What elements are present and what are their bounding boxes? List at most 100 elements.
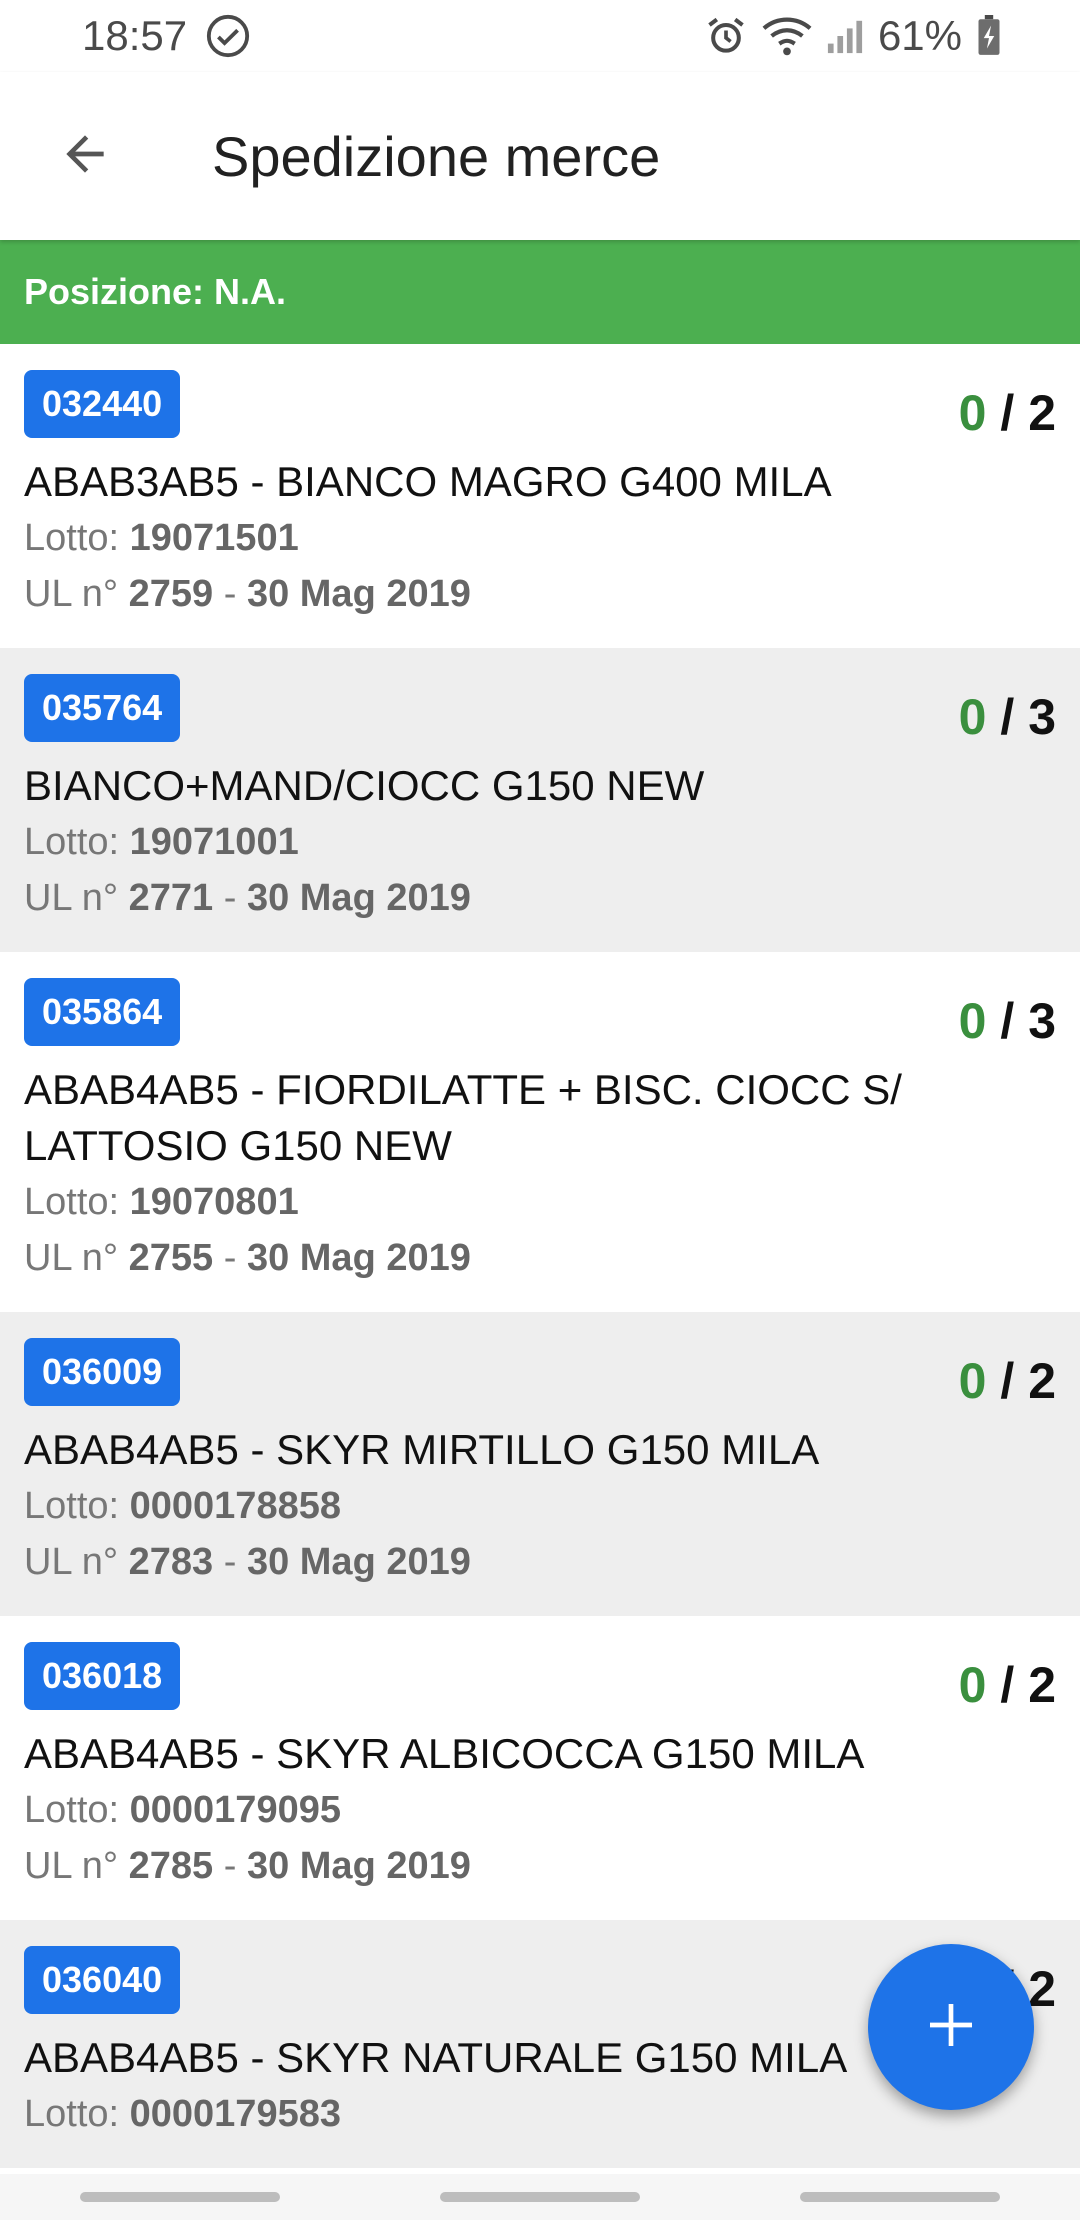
ul-label: UL n° xyxy=(24,877,119,919)
add-button[interactable] xyxy=(868,1944,1034,2110)
counter-separator: / xyxy=(1000,1353,1015,1409)
item-title: ABAB4AB5 - FIORDILATTE + BISC. CIOCC S/ … xyxy=(24,1066,902,1169)
item-counter: 0 / 2 xyxy=(959,1656,1056,1714)
shipment-list: 032440 0 / 2 ABAB3AB5 - BIANCO MAGRO G40… xyxy=(0,344,1080,2168)
item-lot: Lotto: 0000179583 xyxy=(24,2086,1056,2142)
item-code-badge: 036009 xyxy=(24,1338,181,1406)
ul-value: 2783 xyxy=(128,1541,214,1583)
ul-label: UL n° xyxy=(24,573,119,615)
position-label: Posizione: N.A. xyxy=(24,271,287,312)
total-count: 2 xyxy=(1028,385,1056,441)
list-item[interactable]: 036009 0 / 2 ABAB4AB5 - SKYR MIRTILLO G1… xyxy=(0,1312,1080,1616)
check-circle-icon xyxy=(205,13,251,59)
battery-percent: 61% xyxy=(877,12,962,59)
list-item[interactable]: 035864 0 / 3 ABAB4AB5 - FIORDILATTE + BI… xyxy=(0,952,1080,1312)
lot-value: 0000179095 xyxy=(129,1789,341,1831)
lot-label: Lotto: xyxy=(24,1181,120,1223)
item-title: BIANCO+MAND/CIOCC G150 NEW xyxy=(24,762,705,809)
total-count: 2 xyxy=(1028,1961,1056,2017)
signal-icon xyxy=(826,16,864,56)
lot-value: 0000179583 xyxy=(129,2093,341,2135)
done-count: 0 xyxy=(958,1657,987,1713)
item-ul: UL n° 2771 - 30 Mag 2019 xyxy=(24,870,1056,926)
item-lot: Lotto: 19070801 xyxy=(24,1174,1056,1230)
ul-separator: - xyxy=(223,573,237,615)
alarm-icon xyxy=(704,14,748,58)
battery-charging-icon xyxy=(976,15,1002,57)
back-button[interactable] xyxy=(40,111,130,201)
item-lot: Lotto: 19071001 xyxy=(24,814,1056,870)
total-count: 3 xyxy=(1028,993,1056,1049)
gesture-bar xyxy=(0,2174,1080,2220)
done-count: 0 xyxy=(958,1353,987,1409)
gesture-home[interactable] xyxy=(440,2192,640,2202)
ul-value: 2759 xyxy=(128,573,214,615)
lot-value: 19071001 xyxy=(129,821,299,863)
counter-separator: / xyxy=(1000,385,1015,441)
item-code-badge: 035864 xyxy=(24,978,181,1046)
lot-label: Lotto: xyxy=(24,1789,120,1831)
item-counter: 0 / 3 xyxy=(959,992,1056,1050)
item-lot: Lotto: 0000179095 xyxy=(24,1782,1056,1838)
item-code-badge: 036040 xyxy=(24,1946,181,2014)
total-count: 3 xyxy=(1028,689,1056,745)
done-count: 0 xyxy=(958,689,987,745)
page-title: Spedizione merce xyxy=(212,124,661,188)
done-count: 0 xyxy=(958,993,987,1049)
item-title: ABAB4AB5 - SKYR MIRTILLO G150 MILA xyxy=(24,1426,820,1473)
item-code-badge: 036018 xyxy=(24,1642,181,1710)
wifi-icon xyxy=(762,14,812,58)
lot-label: Lotto: xyxy=(24,2093,120,2135)
done-count: 0 xyxy=(958,385,987,441)
ul-separator: - xyxy=(223,1237,237,1279)
total-count: 2 xyxy=(1028,1657,1056,1713)
ul-separator: - xyxy=(223,877,237,919)
app-bar: Spedizione merce xyxy=(0,72,1080,240)
status-left: 18:57 xyxy=(82,12,251,60)
ul-value: 2771 xyxy=(128,877,214,919)
ul-date: 30 Mag 2019 xyxy=(246,573,471,615)
ul-separator: - xyxy=(223,1541,237,1583)
arrow-back-icon xyxy=(57,126,113,187)
item-code-badge: 035764 xyxy=(24,674,181,742)
item-ul: UL n° 2759 - 30 Mag 2019 xyxy=(24,566,1056,622)
status-right: 61% xyxy=(704,12,1002,60)
item-lot: Lotto: 0000178858 xyxy=(24,1478,1056,1534)
position-banner: Posizione: N.A. xyxy=(0,240,1080,344)
item-lot: Lotto: 19071501 xyxy=(24,510,1056,566)
ul-label: UL n° xyxy=(24,1541,119,1583)
status-bar: 18:57 61% xyxy=(0,0,1080,72)
gesture-back[interactable] xyxy=(800,2192,1000,2202)
status-time: 18:57 xyxy=(82,12,188,59)
lot-label: Lotto: xyxy=(24,821,120,863)
list-item[interactable]: 036018 0 / 2 ABAB4AB5 - SKYR ALBICOCCA G… xyxy=(0,1616,1080,1920)
lot-value: 19070801 xyxy=(129,1181,299,1223)
item-counter: 0 / 2 xyxy=(959,1352,1056,1410)
ul-date: 30 Mag 2019 xyxy=(246,1237,471,1279)
ul-separator: - xyxy=(223,1845,237,1887)
ul-label: UL n° xyxy=(24,1845,119,1887)
item-ul: UL n° 2785 - 30 Mag 2019 xyxy=(24,1838,1056,1894)
ul-value: 2785 xyxy=(128,1845,214,1887)
counter-separator: / xyxy=(1000,1657,1015,1713)
ul-label: UL n° xyxy=(24,1237,119,1279)
item-code-badge: 032440 xyxy=(24,370,181,438)
counter-separator: / xyxy=(1000,689,1015,745)
lot-value: 19071501 xyxy=(129,517,299,559)
plus-icon xyxy=(923,1997,979,2058)
gesture-recent[interactable] xyxy=(80,2192,280,2202)
item-title: ABAB3AB5 - BIANCO MAGRO G400 MILA xyxy=(24,458,832,505)
item-title: ABAB4AB5 - SKYR ALBICOCCA G150 MILA xyxy=(24,1730,865,1777)
ul-date: 30 Mag 2019 xyxy=(246,1541,471,1583)
list-item[interactable]: 035764 0 / 3 BIANCO+MAND/CIOCC G150 NEW … xyxy=(0,648,1080,952)
list-item[interactable]: 032440 0 / 2 ABAB3AB5 - BIANCO MAGRO G40… xyxy=(0,344,1080,648)
total-count: 2 xyxy=(1028,1353,1056,1409)
item-ul: UL n° 2783 - 30 Mag 2019 xyxy=(24,1534,1056,1590)
lot-value: 0000178858 xyxy=(129,1485,341,1527)
ul-date: 30 Mag 2019 xyxy=(246,1845,471,1887)
ul-value: 2755 xyxy=(128,1237,214,1279)
item-counter: 0 / 2 xyxy=(959,384,1056,442)
counter-separator: / xyxy=(1000,993,1015,1049)
screen: 18:57 61% Spedizione merce Posizione: N.… xyxy=(0,0,1080,2220)
lot-label: Lotto: xyxy=(24,1485,120,1527)
